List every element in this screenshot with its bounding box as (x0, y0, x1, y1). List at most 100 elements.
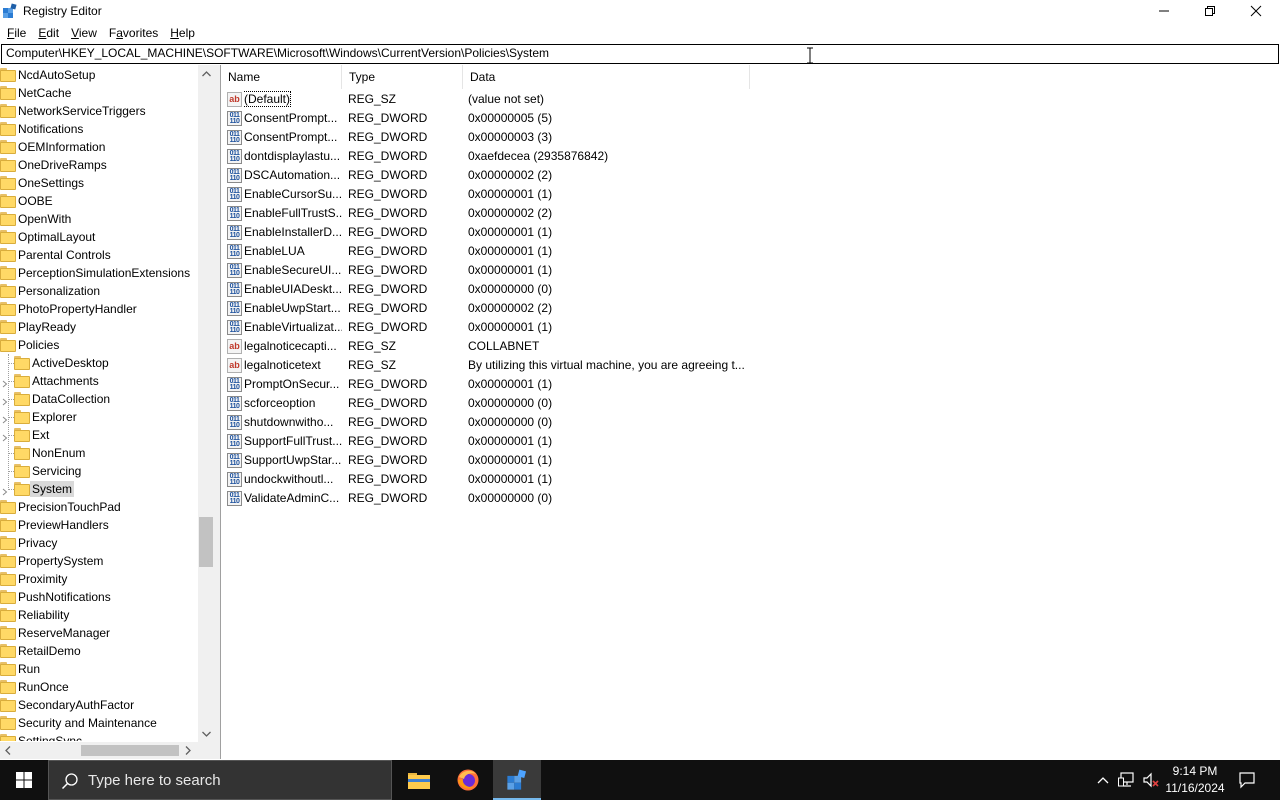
tree-item[interactable]: PerceptionSimulationExtensions (0, 264, 192, 282)
scroll-down-icon[interactable] (198, 725, 214, 742)
tree-item[interactable]: OpenWith (0, 210, 73, 228)
value-row[interactable]: 011 110 EnableInstallerD... REG_DWORD 0x000… (221, 223, 781, 242)
tree-item[interactable]: DataCollection (14, 390, 112, 408)
tree-item-label: Policies (18, 338, 60, 352)
value-row[interactable]: 011 110 EnableUwpStart... REG_DWORD 0x00000… (221, 299, 781, 318)
tree-item[interactable]: SettingSync (0, 732, 84, 741)
scroll-right-icon[interactable] (180, 742, 196, 759)
value-row[interactable]: 011 110 ValidateAdminC... REG_DWORD 0x00000… (221, 489, 781, 508)
network-button[interactable] (1116, 760, 1138, 800)
expand-chevron-icon[interactable] (2, 377, 8, 388)
tree-item[interactable]: NetworkServiceTriggers (0, 102, 148, 120)
restore-button[interactable] (1187, 0, 1233, 22)
tree-item[interactable]: PropertySystem (0, 552, 105, 570)
folder-icon (0, 518, 16, 532)
value-row[interactable]: 011 110 EnableSecureUI... REG_DWORD 0x00000… (221, 261, 781, 280)
column-header-data[interactable]: Data (463, 65, 750, 89)
scroll-up-icon[interactable] (198, 65, 214, 82)
action-center-button[interactable] (1236, 760, 1258, 800)
tree-vertical-scroll-thumb[interactable] (199, 517, 213, 567)
tree-item[interactable]: SecondaryAuthFactor (0, 696, 136, 714)
value-row[interactable]: 011 110 EnableFullTrustS... REG_DWORD 0x000… (221, 204, 781, 223)
tree-item[interactable]: Explorer (14, 408, 79, 426)
tree-item[interactable]: PrecisionTouchPad (0, 498, 123, 516)
value-row[interactable]: 011 110 dontdisplaylastu... REG_DWORD 0xaef… (221, 147, 781, 166)
column-header-type[interactable]: Type (342, 65, 463, 89)
tree-item[interactable]: RetailDemo (0, 642, 83, 660)
clock[interactable]: 9:14 PM 11/16/2024 (1160, 763, 1230, 797)
close-button[interactable] (1233, 0, 1279, 22)
tree-item[interactable]: PushNotifications (0, 588, 113, 606)
tree-item[interactable]: OEMInformation (0, 138, 107, 156)
value-row[interactable]: 011 110 ConsentPrompt... REG_DWORD 0x000000… (221, 109, 781, 128)
value-row[interactable]: 011 110 EnableUIADeskt... REG_DWORD 0x00000… (221, 280, 781, 299)
value-row[interactable]: 011 110 PromptOnSecur... REG_DWORD 0x000000… (221, 375, 781, 394)
value-row[interactable]: 011 110 EnableLUA REG_DWORD 0x00000001 (1) (221, 242, 781, 261)
tree-item[interactable]: Ext (14, 426, 51, 444)
menu-favorites[interactable]: Favorites (103, 24, 164, 43)
tree-item[interactable]: NcdAutoSetup (0, 66, 97, 84)
volume-button[interactable] (1140, 760, 1162, 800)
tree-item[interactable]: Attachments (14, 372, 101, 390)
tree-item[interactable]: PlayReady (0, 318, 78, 336)
tree-horizontal-scroll-thumb[interactable] (81, 745, 179, 756)
tree-item[interactable]: ReserveManager (0, 624, 112, 642)
menu-edit[interactable]: Edit (32, 24, 65, 43)
value-row[interactable]: 011 110 DSCAutomation... REG_DWORD 0x000000… (221, 166, 781, 185)
taskbar-file-explorer[interactable] (395, 760, 443, 800)
tree-item[interactable]: Privacy (0, 534, 59, 552)
start-button[interactable] (0, 760, 48, 800)
tree-item[interactable]: Run (0, 660, 42, 678)
tree-item[interactable]: System (14, 480, 75, 498)
value-row[interactable]: ab legalnoticetext REG_SZ By utilizing this… (221, 356, 781, 375)
address-bar[interactable]: Computer\HKEY_LOCAL_MACHINE\SOFTWARE\Mic… (1, 44, 1279, 64)
value-row[interactable]: ab legalnoticecapti... REG_SZ COLLABNET (221, 337, 781, 356)
tree-item[interactable]: NetCache (0, 84, 73, 102)
value-row[interactable]: 011 110 undockwithoutl... REG_DWORD 0x00000… (221, 470, 781, 489)
volume-muted-icon (1143, 772, 1159, 788)
tree-item[interactable]: PhotoPropertyHandler (0, 300, 139, 318)
tree-item[interactable]: OneSettings (0, 174, 86, 192)
expand-chevron-icon[interactable] (2, 485, 8, 496)
tree-item[interactable]: OptimalLayout (0, 228, 97, 246)
expand-chevron-icon[interactable] (2, 431, 8, 442)
menu-help[interactable]: Help (164, 24, 201, 43)
tree-item[interactable]: Parental Controls (0, 246, 113, 264)
value-row[interactable]: 011 110 ConsentPrompt... REG_DWORD 0x000000… (221, 128, 781, 147)
minimize-button[interactable] (1141, 0, 1187, 22)
tree-item[interactable]: NonEnum (14, 444, 87, 462)
value-name-text: ValidateAdminC... (244, 491, 340, 505)
value-row[interactable]: 011 110 SupportFullTrust... REG_DWORD 0x000… (221, 432, 781, 451)
menu-file[interactable]: File (0, 24, 32, 43)
tree-horizontal-scrollbar[interactable] (0, 742, 198, 759)
value-row[interactable]: 011 110 scforceoption REG_DWORD 0x00000000 … (221, 394, 781, 413)
value-row[interactable]: 011 110 EnableVirtualizat... REG_DWORD 0x00… (221, 318, 781, 337)
taskbar-search-box[interactable]: Type here to search (48, 760, 392, 800)
tree-item[interactable]: Personalization (0, 282, 102, 300)
tree-item[interactable]: OneDriveRamps (0, 156, 109, 174)
tree-item[interactable]: PreviewHandlers (0, 516, 111, 534)
tree-vertical-scrollbar[interactable] (198, 65, 214, 742)
taskbar-registry-editor[interactable] (493, 760, 541, 800)
expand-chevron-icon[interactable] (2, 413, 8, 424)
tree-item[interactable]: OOBE (0, 192, 55, 210)
value-data: (value not set) (468, 92, 545, 106)
value-row[interactable]: ab (Default) REG_SZ (value not set) (221, 90, 781, 109)
tree-item[interactable]: Policies (0, 336, 61, 354)
menu-view[interactable]: View (65, 24, 103, 43)
value-row[interactable]: 011 110 shutdownwitho... REG_DWORD 0x000000… (221, 413, 781, 432)
tree-item[interactable]: ActiveDesktop (14, 354, 111, 372)
taskbar-firefox[interactable] (444, 760, 492, 800)
value-row[interactable]: 011 110 EnableCursorSu... REG_DWORD 0x00000… (221, 185, 781, 204)
tree-item[interactable]: Reliability (0, 606, 71, 624)
tree-item[interactable]: Servicing (14, 462, 83, 480)
value-row[interactable]: 011 110 SupportUwpStar... REG_DWORD 0x00000… (221, 451, 781, 470)
scroll-left-icon[interactable] (0, 742, 16, 759)
expand-chevron-icon[interactable] (2, 395, 8, 406)
tree-item[interactable]: Proximity (0, 570, 69, 588)
tree-item[interactable]: Security and Maintenance (0, 714, 159, 732)
column-header-name[interactable]: Name (221, 65, 342, 89)
tree-item[interactable]: Notifications (0, 120, 85, 138)
tree-item[interactable]: RunOnce (0, 678, 71, 696)
show-hidden-icons-button[interactable] (1094, 760, 1112, 800)
